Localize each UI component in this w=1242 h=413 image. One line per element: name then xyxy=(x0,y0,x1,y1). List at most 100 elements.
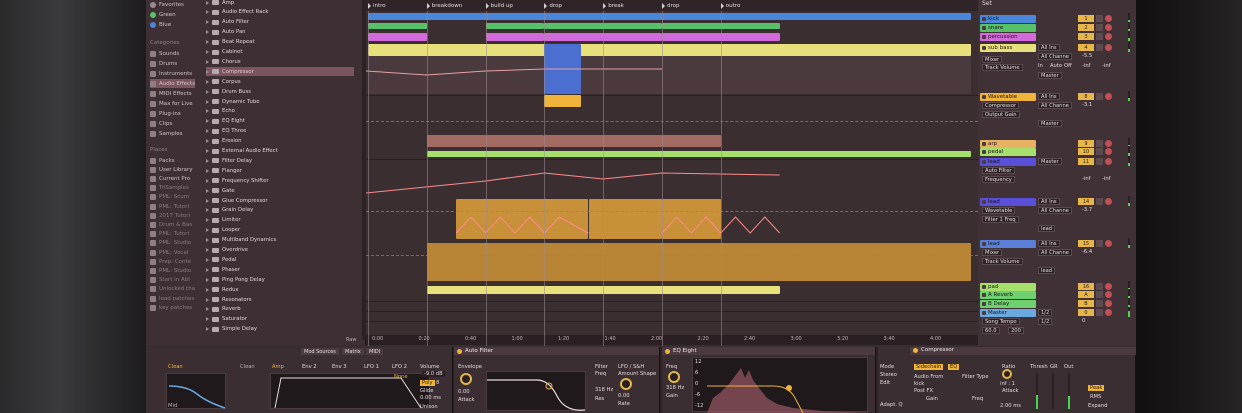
place-item[interactable]: Start in Abl xyxy=(150,276,190,285)
expand-triangle-icon[interactable] xyxy=(206,79,209,84)
ratio-knob[interactable] xyxy=(1002,369,1012,379)
rms-button[interactable]: RMS xyxy=(1090,394,1101,400)
expand-triangle-icon[interactable] xyxy=(206,257,209,262)
solo-button[interactable] xyxy=(1096,15,1103,22)
track-header-master[interactable]: Master xyxy=(980,309,1036,317)
solo-button[interactable] xyxy=(1096,33,1103,40)
ratio-value[interactable]: inf : 1 xyxy=(1000,381,1015,387)
sub-bass-input[interactable]: All Ins xyxy=(1038,44,1060,51)
track-activator-icon[interactable] xyxy=(982,26,986,30)
expand-triangle-icon[interactable] xyxy=(206,40,209,45)
place-item[interactable]: PML: Vocal xyxy=(150,248,188,257)
track-header-a-reverb[interactable]: A Reverb xyxy=(980,291,1036,299)
power-icon[interactable] xyxy=(665,348,670,354)
device-item[interactable]: Overdrive xyxy=(206,246,354,255)
place-item[interactable]: 2017 Tutori xyxy=(150,211,190,220)
category-clips[interactable]: Clips xyxy=(150,119,172,128)
place-item[interactable]: lead patches xyxy=(150,294,194,303)
track-header-b-delay[interactable]: B Delay xyxy=(980,300,1036,308)
solo-button[interactable] xyxy=(1096,309,1103,316)
place-item[interactable]: TriSamples xyxy=(150,184,189,193)
master-volume[interactable]: 0 xyxy=(1082,318,1085,324)
device-item[interactable]: Corpus xyxy=(206,77,354,86)
track-activator-icon[interactable] xyxy=(982,293,986,297)
category-samples[interactable]: Samples xyxy=(150,129,183,138)
track-activator-icon[interactable] xyxy=(982,17,986,21)
place-item[interactable]: Drum & Bas xyxy=(150,220,192,229)
solo-button[interactable] xyxy=(1096,44,1103,51)
out-meter[interactable] xyxy=(1068,373,1070,409)
tab-midi[interactable]: MIDI xyxy=(366,348,384,355)
collection-green[interactable]: Green xyxy=(150,10,176,19)
collection-blue[interactable]: Blue xyxy=(150,20,171,29)
category-audio-effects[interactable]: Audio Effects xyxy=(150,79,196,88)
lead2-volume[interactable]: -3.7 xyxy=(1082,207,1092,213)
device-item[interactable]: Ping Pong Delay xyxy=(206,275,354,284)
expand-triangle-icon[interactable] xyxy=(206,297,209,302)
auto-filter-header[interactable]: Auto Filter xyxy=(454,347,659,355)
track-header-wavetable[interactable]: Wavetable xyxy=(980,93,1036,101)
solo-button[interactable] xyxy=(1096,300,1103,307)
sub-bass-peak-l[interactable]: -inf xyxy=(1082,63,1090,69)
device-item[interactable]: Limiter xyxy=(206,216,354,225)
device-item[interactable]: Amp xyxy=(206,0,354,7)
tab-lfo2[interactable]: LFO 2 xyxy=(392,364,407,370)
lead1-param-chooser[interactable]: Frequency xyxy=(982,176,1015,183)
device-item[interactable]: Frequency Shifter xyxy=(206,176,354,185)
lead1-device-chooser[interactable]: Auto Filter xyxy=(982,167,1015,174)
locator-marker[interactable]: intro xyxy=(368,1,386,10)
device-item[interactable]: Gate xyxy=(206,186,354,195)
osc2-wave[interactable]: Clean xyxy=(240,364,255,370)
locator-marker[interactable]: outro xyxy=(720,1,740,10)
place-item[interactable]: Packs xyxy=(150,156,175,165)
expand-triangle-icon[interactable] xyxy=(206,109,209,114)
device-item[interactable]: External Audio Effect xyxy=(206,147,354,156)
wavetable-volume[interactable]: -3.1 xyxy=(1082,102,1092,108)
track-activator-icon[interactable] xyxy=(982,160,986,164)
place-item[interactable]: key patches xyxy=(150,303,192,312)
track-header-percussion[interactable]: percussion xyxy=(980,33,1036,41)
wavetable-input[interactable]: All Ins xyxy=(1038,93,1060,100)
track-number-button[interactable]: 10 xyxy=(1078,148,1094,155)
expand-triangle-icon[interactable] xyxy=(206,248,209,252)
track-header-pad[interactable]: pad xyxy=(980,283,1036,291)
sub-bass-channel[interactable]: All Channe xyxy=(1038,53,1072,60)
track-number-button[interactable]: 8 xyxy=(1078,93,1094,100)
place-item[interactable]: PML: Tutori xyxy=(150,230,189,239)
eq-mode-value[interactable]: Stereo xyxy=(880,372,897,378)
track-header-arp[interactable]: arp xyxy=(980,140,1036,148)
monitor-in[interactable]: In xyxy=(1038,63,1043,69)
expand-triangle-icon[interactable] xyxy=(206,158,209,163)
solo-button[interactable] xyxy=(1096,240,1103,247)
place-item[interactable]: PML: Studio xyxy=(150,266,191,275)
device-item[interactable]: Phaser xyxy=(206,265,354,274)
tempo-max[interactable]: 200 xyxy=(1008,327,1024,334)
device-item[interactable]: Compressor xyxy=(206,67,354,77)
expand-triangle-icon[interactable] xyxy=(206,139,209,144)
osc-mode[interactable]: Mid xyxy=(168,403,177,409)
track-header-lead[interactable]: lead xyxy=(980,158,1036,166)
category-plug-ins[interactable]: Plug-ins xyxy=(150,109,181,118)
track-header-lead[interactable]: lead xyxy=(980,198,1036,206)
arm-button[interactable] xyxy=(1105,33,1112,40)
expand-triangle-icon[interactable] xyxy=(206,149,209,153)
solo-button[interactable] xyxy=(1096,140,1103,147)
envelope-amount-value[interactable]: 0.00 xyxy=(458,389,470,395)
device-item[interactable]: Audio Effect Rack xyxy=(206,8,354,17)
device-item[interactable]: Pedal xyxy=(206,255,354,264)
expand-triangle-icon[interactable] xyxy=(206,69,209,74)
lead2-output[interactable]: lead xyxy=(1038,225,1056,232)
expand-triangle-icon[interactable] xyxy=(206,188,209,193)
device-item[interactable]: Reverb xyxy=(206,305,354,314)
tab-env2[interactable]: Env 2 xyxy=(302,364,317,370)
track-activator-icon[interactable] xyxy=(982,242,986,246)
lead2-input[interactable]: All Ins xyxy=(1038,198,1060,205)
device-item[interactable]: Drum Buss xyxy=(206,87,354,96)
power-icon[interactable] xyxy=(913,348,918,353)
lead3-output[interactable]: lead xyxy=(1038,267,1056,274)
volume-value[interactable]: -9.0 dB xyxy=(422,371,445,377)
arm-button[interactable] xyxy=(1105,198,1112,205)
peak-button[interactable]: Peak xyxy=(1088,385,1105,391)
device-item[interactable]: Beat Repeat xyxy=(206,38,354,47)
arm-button[interactable] xyxy=(1105,140,1112,147)
